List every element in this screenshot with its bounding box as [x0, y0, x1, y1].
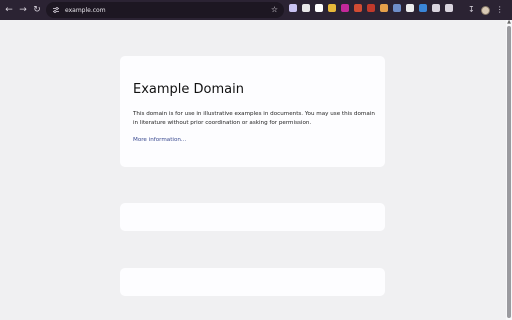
- ext-icon-3[interactable]: [315, 4, 323, 12]
- extensions-bar: [289, 4, 453, 12]
- ext-icon-1[interactable]: [289, 4, 297, 12]
- address-bar[interactable]: example.com ☆: [46, 2, 284, 18]
- forward-arrow-icon[interactable]: →: [16, 0, 30, 20]
- avatar[interactable]: [480, 5, 490, 15]
- ext-icon-5[interactable]: [341, 4, 349, 12]
- ext-icon-12[interactable]: [432, 4, 440, 12]
- url-text[interactable]: example.com: [65, 7, 106, 14]
- scrollbar[interactable]: ▲: [506, 20, 512, 320]
- ext-icon-2[interactable]: [302, 4, 310, 12]
- scroll-up-icon[interactable]: ▲: [506, 20, 512, 25]
- ext-icon-7[interactable]: [367, 4, 375, 12]
- ext-icon-10[interactable]: [406, 4, 414, 12]
- tune-icon[interactable]: [52, 6, 60, 14]
- ext-icon-9[interactable]: [393, 4, 401, 12]
- ext-icon-6[interactable]: [354, 4, 362, 12]
- page-title: Example Domain: [133, 82, 244, 97]
- reload-icon[interactable]: ↻: [30, 0, 44, 20]
- more-information-link[interactable]: More information...: [133, 137, 186, 143]
- toolbar-right: ↧ ⋮: [468, 0, 504, 20]
- empty-card: [120, 268, 385, 296]
- download-icon[interactable]: ↧: [468, 6, 475, 14]
- back-arrow-icon[interactable]: ←: [2, 0, 16, 20]
- content-card: Example Domain This domain is for use in…: [120, 56, 385, 167]
- page-description: This domain is for use in illustrative e…: [133, 111, 375, 126]
- scroll-thumb[interactable]: [507, 26, 511, 318]
- ext-icon-4[interactable]: [328, 4, 336, 12]
- ext-icon-8[interactable]: [380, 4, 388, 12]
- ext-icon-13[interactable]: [445, 4, 453, 12]
- browser-toolbar: ← → ↻ example.com ☆ ↧ ⋮: [0, 0, 512, 20]
- empty-card: [120, 203, 385, 231]
- menu-icon[interactable]: ⋮: [496, 6, 504, 14]
- ext-icon-11[interactable]: [419, 4, 427, 12]
- star-icon[interactable]: ☆: [271, 5, 278, 15]
